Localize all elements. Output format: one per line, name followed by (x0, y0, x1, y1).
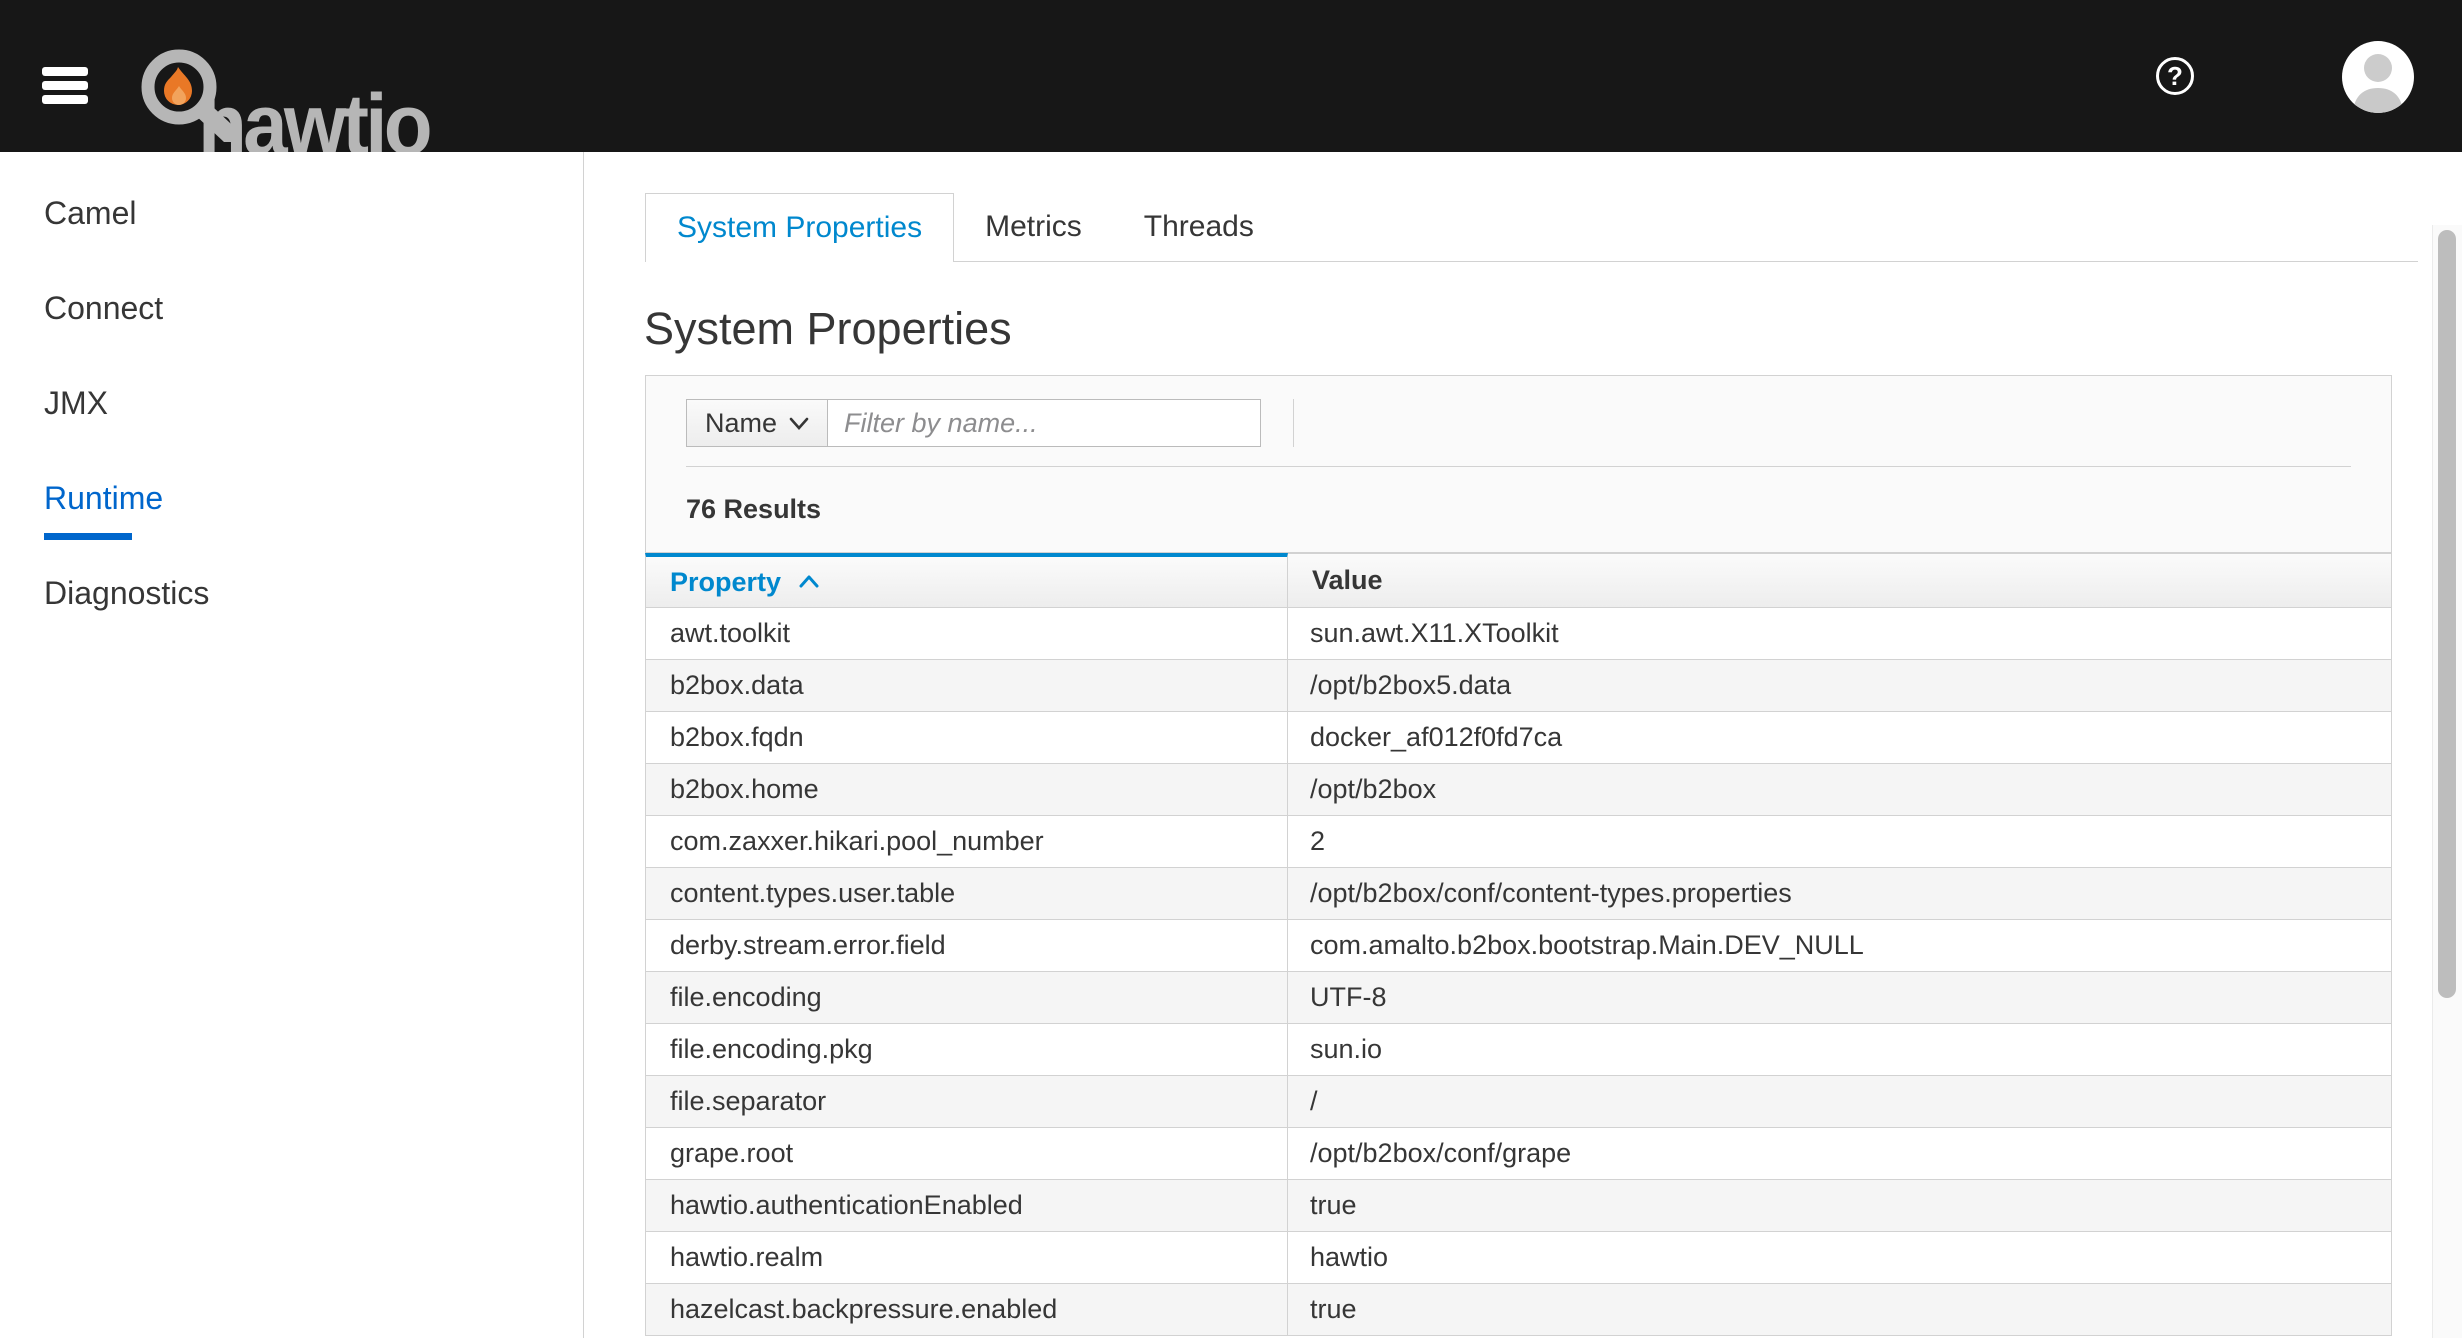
value-cell: /opt/b2box5.data (1288, 660, 2392, 712)
tab-threads[interactable]: Threads (1113, 193, 1285, 261)
chevron-down-icon (789, 417, 809, 430)
hamburger-icon (42, 81, 88, 90)
table-row: hawtio.authenticationEnabledtrue (645, 1180, 2392, 1232)
sidebar-nav-list: Camel Connect JMX Runtime Diagnostics (0, 152, 583, 641)
sidebar-item-label: JMX (44, 385, 108, 422)
page-title: System Properties (644, 303, 1012, 355)
filter-toolbar: Name (686, 399, 1294, 447)
scrollbar-thumb[interactable] (2438, 230, 2456, 998)
table-row: file.encodingUTF-8 (645, 972, 2392, 1024)
sidebar-item-camel[interactable]: Camel (0, 166, 583, 261)
property-cell: derby.stream.error.field (645, 920, 1288, 972)
value-cell: sun.awt.X11.XToolkit (1288, 608, 2392, 660)
table-body: awt.toolkitsun.awt.X11.XToolkitb2box.dat… (645, 608, 2392, 1336)
table-row: b2box.fqdndocker_af012f0fd7ca (645, 712, 2392, 764)
tab-label: Threads (1144, 210, 1254, 244)
table-row: file.encoding.pkgsun.io (645, 1024, 2392, 1076)
sidebar-item-label: Connect (44, 290, 163, 327)
sidebar-item-label: Diagnostics (44, 575, 209, 612)
table-row: grape.root/opt/b2box/conf/grape (645, 1128, 2392, 1180)
table-row: awt.toolkitsun.awt.X11.XToolkit (645, 608, 2392, 660)
brand-logo[interactable]: hawtio (141, 38, 621, 142)
value-cell: UTF-8 (1288, 972, 2392, 1024)
results-count: 76 Results (686, 494, 821, 525)
table-row: b2box.home/opt/b2box (645, 764, 2392, 816)
sort-ascending-icon (797, 574, 821, 589)
filter-input[interactable] (828, 399, 1261, 447)
property-cell: com.zaxxer.hikari.pool_number (645, 816, 1288, 868)
hamburger-icon (42, 95, 88, 104)
menu-toggle-button[interactable] (42, 67, 88, 104)
table-row: com.zaxxer.hikari.pool_number2 (645, 816, 2392, 868)
tabs-bar: System Properties Metrics Threads (645, 193, 2418, 262)
property-cell: hazelcast.backpressure.enabled (645, 1284, 1288, 1336)
sidebar-item-label: Runtime (44, 480, 163, 517)
avatar-icon (2342, 41, 2414, 113)
property-cell: grape.root (645, 1128, 1288, 1180)
table-row: hazelcast.backpressure.enabledtrue (645, 1284, 2392, 1336)
property-cell: b2box.data (645, 660, 1288, 712)
column-header-label: Property (670, 567, 781, 597)
table-row: derby.stream.error.fieldcom.amalto.b2box… (645, 920, 2392, 972)
value-cell: 2 (1288, 816, 2392, 868)
sidebar-item-runtime[interactable]: Runtime (0, 451, 583, 546)
sidebar-item-jmx[interactable]: JMX (0, 356, 583, 451)
table-row: b2box.data/opt/b2box5.data (645, 660, 2392, 712)
column-header-label: Value (1312, 565, 1383, 595)
value-cell: sun.io (1288, 1024, 2392, 1076)
value-cell: docker_af012f0fd7ca (1288, 712, 2392, 764)
question-mark-icon: ? (2167, 61, 2183, 92)
sidebar-item-label: Camel (44, 195, 136, 232)
active-nav-indicator (44, 533, 132, 540)
table-header-row: Property Value (645, 553, 2392, 608)
user-avatar-button[interactable] (2342, 41, 2414, 113)
tab-label: System Properties (677, 211, 922, 245)
value-cell: true (1288, 1180, 2392, 1232)
tab-metrics[interactable]: Metrics (954, 193, 1113, 261)
value-cell: / (1288, 1076, 2392, 1128)
property-cell: hawtio.realm (645, 1232, 1288, 1284)
table-row: file.separator/ (645, 1076, 2392, 1128)
value-cell: true (1288, 1284, 2392, 1336)
property-cell: awt.toolkit (645, 608, 1288, 660)
sidebar-item-diagnostics[interactable]: Diagnostics (0, 546, 583, 641)
scrollbar-track[interactable] (2432, 225, 2462, 1338)
property-cell: file.encoding.pkg (645, 1024, 1288, 1076)
sidebar-nav: Camel Connect JMX Runtime Diagnostics (0, 152, 584, 1338)
property-cell: file.encoding (645, 972, 1288, 1024)
table-row: hawtio.realmhawtio (645, 1232, 2392, 1284)
hamburger-icon (42, 67, 88, 76)
help-button[interactable]: ? (2156, 57, 2194, 95)
toolbar-divider (1293, 399, 1294, 447)
sidebar-item-connect[interactable]: Connect (0, 261, 583, 356)
value-cell: com.amalto.b2box.bootstrap.Main.DEV_NULL (1288, 920, 2392, 972)
toolbar-separator-line (686, 466, 2351, 467)
tab-label: Metrics (985, 210, 1082, 244)
table-row: content.types.user.table/opt/b2box/conf/… (645, 868, 2392, 920)
value-cell: hawtio (1288, 1232, 2392, 1284)
property-cell: b2box.fqdn (645, 712, 1288, 764)
property-cell: b2box.home (645, 764, 1288, 816)
column-header-property[interactable]: Property (645, 553, 1288, 608)
property-cell: file.separator (645, 1076, 1288, 1128)
value-cell: /opt/b2box/conf/content-types.properties (1288, 868, 2392, 920)
filter-attribute-dropdown[interactable]: Name (686, 399, 828, 447)
masthead: hawtio ? (0, 0, 2462, 152)
tab-system-properties[interactable]: System Properties (645, 193, 954, 262)
filter-attribute-label: Name (705, 408, 777, 439)
value-cell: /opt/b2box (1288, 764, 2392, 816)
filter-card: Name 76 Results (645, 375, 2392, 553)
column-header-value[interactable]: Value (1288, 553, 2392, 608)
system-properties-table: Property Value awt.toolkitsun.awt.X11.XT… (645, 553, 2392, 1336)
hawtio-console: hawtio ? Camel Connect JMX Runtime Diagnosti… (0, 0, 2462, 1338)
property-cell: content.types.user.table (645, 868, 1288, 920)
property-cell: hawtio.authenticationEnabled (645, 1180, 1288, 1232)
value-cell: /opt/b2box/conf/grape (1288, 1128, 2392, 1180)
